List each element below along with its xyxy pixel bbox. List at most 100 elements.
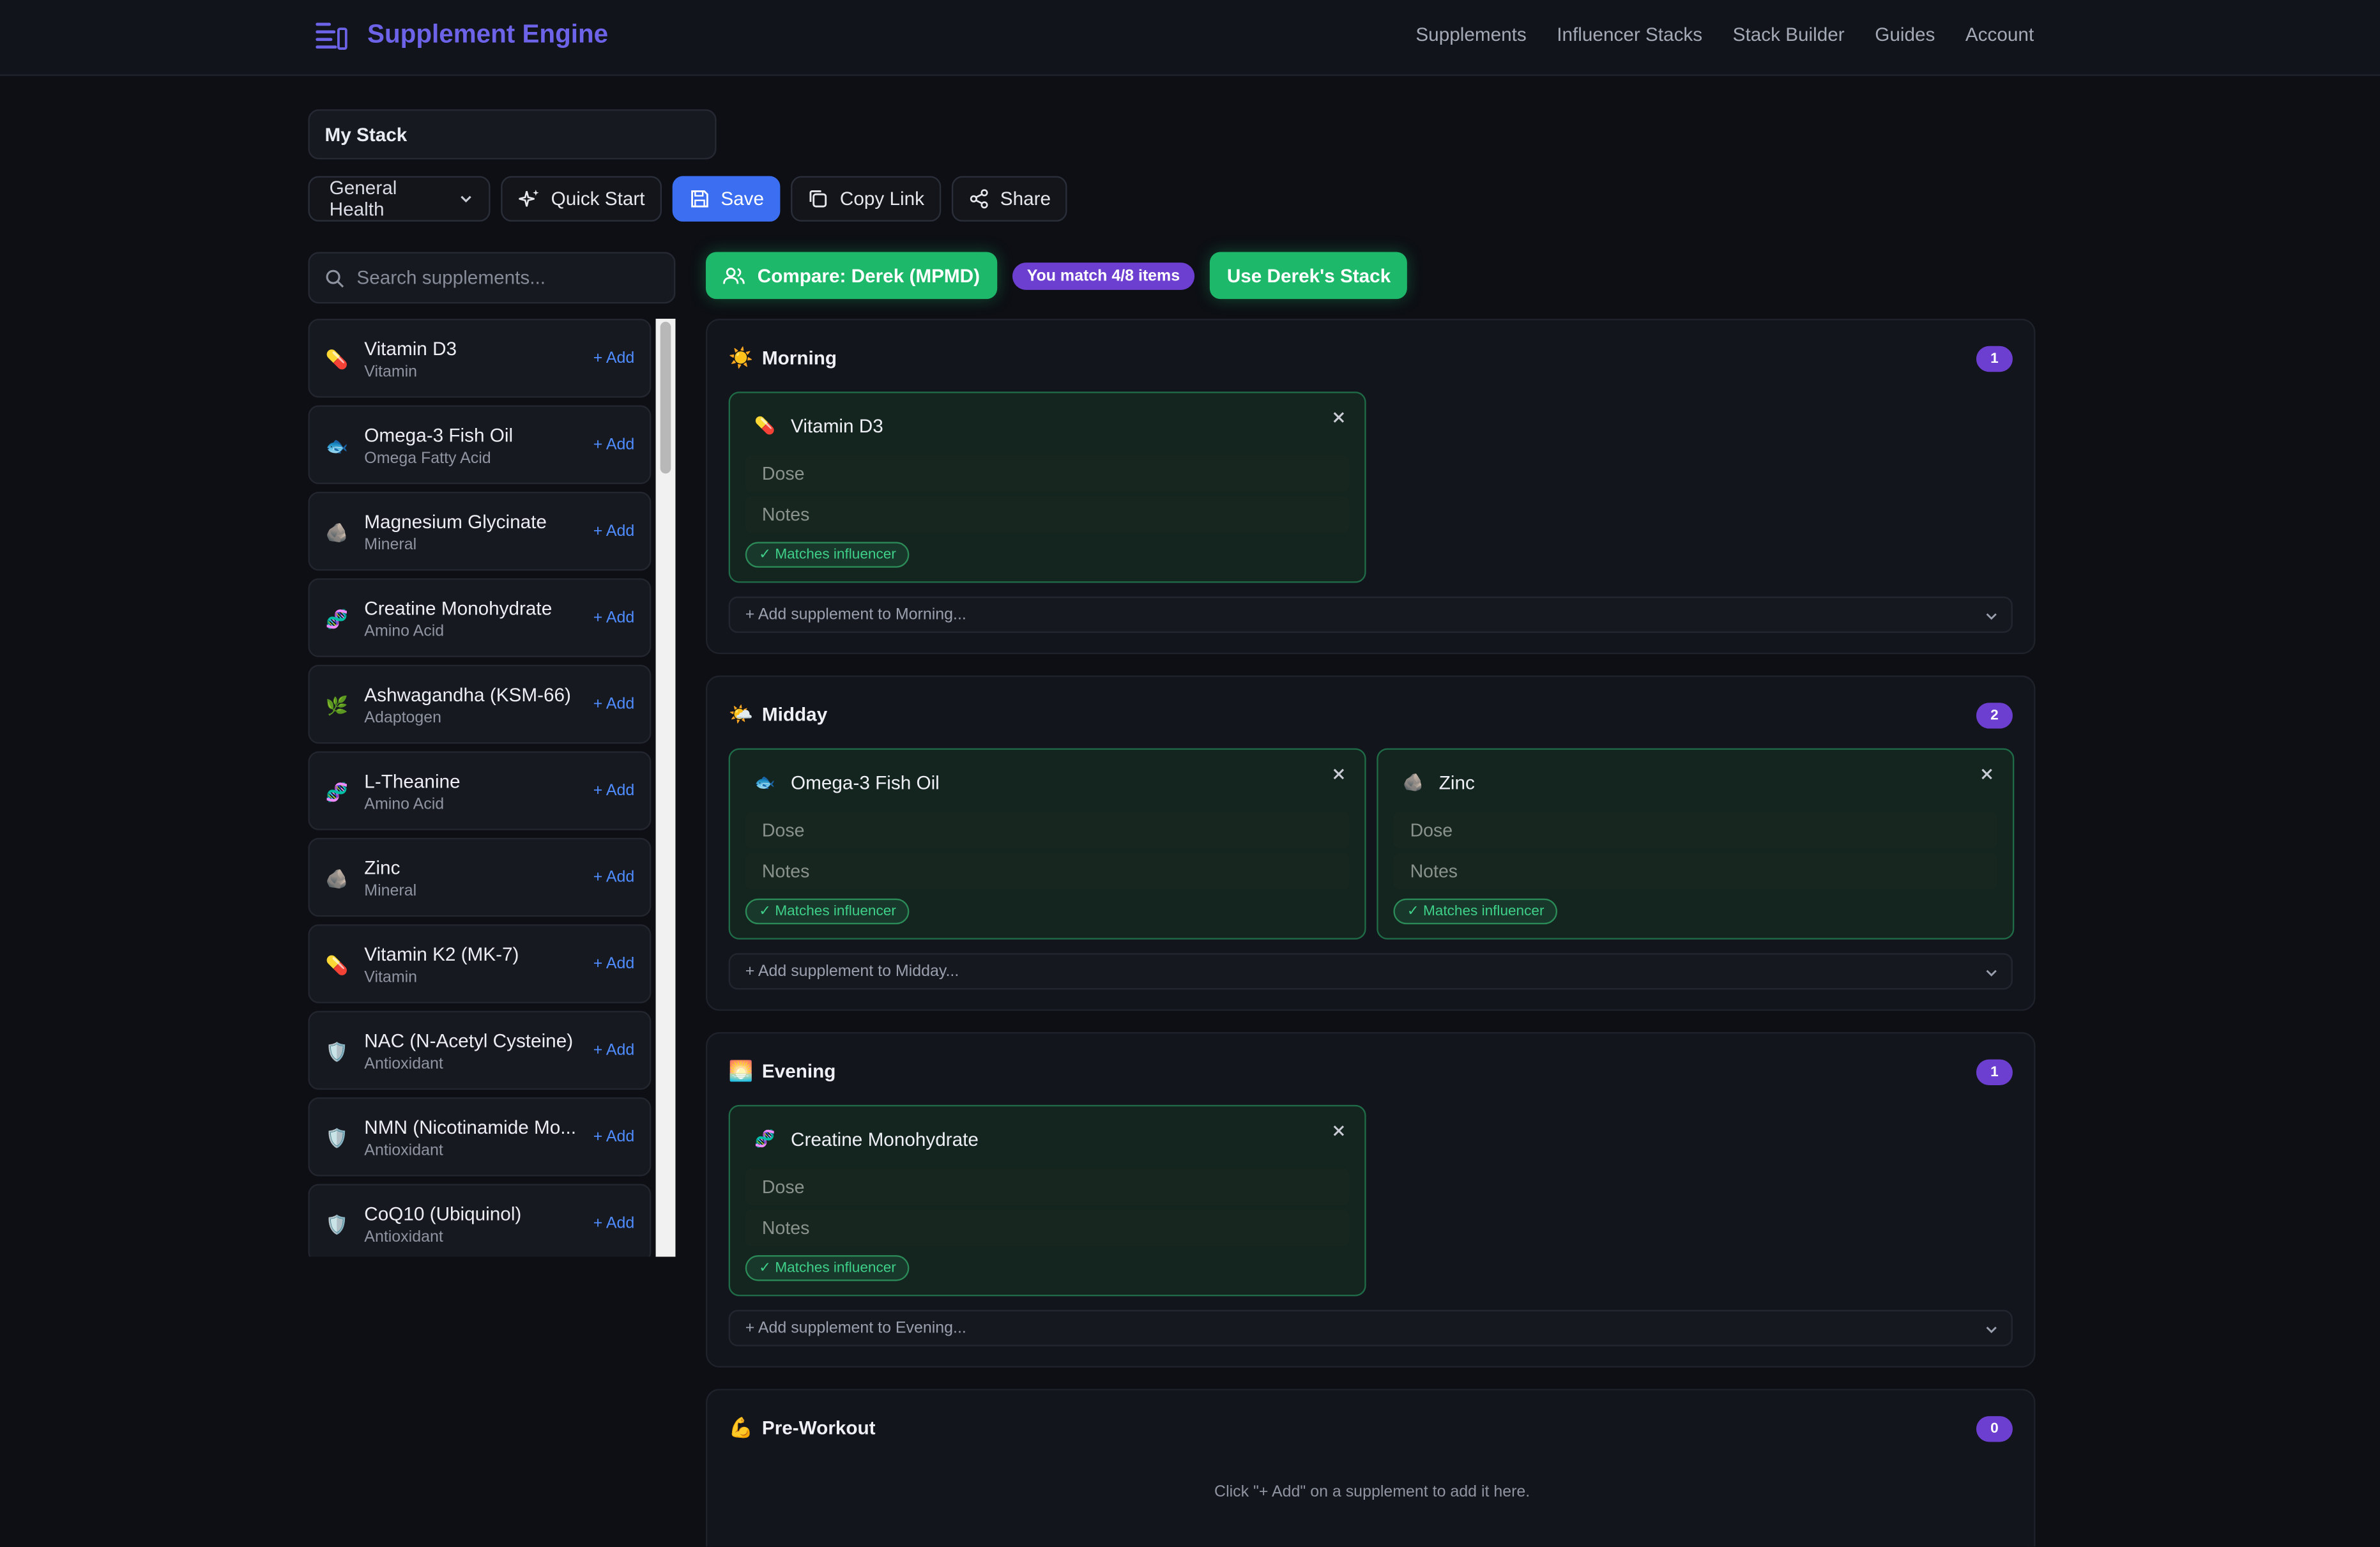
supplement-item[interactable]: 🛡️ NAC (N-Acetyl Cysteine) Antioxidant +… (308, 1010, 652, 1090)
matches-influencer-badge: ✓ Matches influencer (745, 898, 910, 925)
matches-influencer-badge: ✓ Matches influencer (1393, 898, 1558, 925)
supplement-name: L-Theanine (364, 771, 461, 793)
supplement-item[interactable]: 🛡️ CoQ10 (Ubiquinol) Antioxidant + Add (308, 1184, 652, 1257)
section-count-badge: 0 (1976, 1416, 2013, 1442)
supplement-item[interactable]: 🐟 Omega-3 Fish Oil Omega Fatty Acid + Ad… (308, 405, 652, 485)
use-stack-button[interactable]: Use Derek's Stack (1210, 252, 1408, 300)
close-icon[interactable] (1976, 763, 1997, 784)
shield-icon: 🛡️ (325, 1041, 349, 1063)
section-title: Pre-Workout (761, 1417, 876, 1439)
dose-input[interactable] (745, 455, 1350, 492)
supplement-name: Omega-3 Fish Oil (364, 425, 514, 446)
add-supplement-button[interactable]: + Add (593, 1214, 635, 1233)
supplement-item[interactable]: 🪨 Magnesium Glycinate Mineral + Add (308, 491, 652, 571)
supplement-name: Vitamin K2 (MK-7) (364, 944, 519, 966)
supplement-category: Vitamin (364, 362, 418, 381)
stack-name-input[interactable] (308, 109, 717, 160)
nav-guides[interactable]: Guides (1875, 24, 1935, 45)
add-supplement-button[interactable]: + Add (593, 609, 635, 627)
add-supplement-button[interactable]: + Add (593, 868, 635, 887)
nav-stack-builder[interactable]: Stack Builder (1733, 24, 1845, 45)
brand[interactable]: Supplement Engine (313, 19, 608, 52)
supplement-item[interactable]: 🧬 Creatine Monohydrate Amino Acid + Add (308, 578, 652, 657)
add-supplement-button[interactable]: + Add (593, 955, 635, 973)
notes-input[interactable] (745, 853, 1350, 890)
pill-icon: 💊 (325, 349, 349, 370)
close-icon[interactable] (1328, 763, 1349, 784)
search-input[interactable] (356, 267, 645, 289)
nav-supplements[interactable]: Supplements (1415, 24, 1526, 45)
compare-influencer-button[interactable]: Compare: Derek (MPMD) (705, 252, 997, 300)
rock-icon: 🪨 (325, 868, 349, 890)
scrollbar-thumb[interactable] (660, 321, 671, 474)
share-button[interactable]: Share (951, 176, 1068, 222)
dose-input[interactable] (745, 1168, 1350, 1205)
share-icon (970, 189, 988, 209)
section-pre-workout: 💪 Pre-Workout 0 Click "+ Add" on a suppl… (705, 1389, 2036, 1547)
supplement-category: Vitamin (364, 968, 418, 987)
close-icon[interactable] (1328, 407, 1349, 428)
search-icon (326, 269, 344, 287)
nav-account[interactable]: Account (1965, 24, 2034, 45)
notes-input[interactable] (745, 1209, 1350, 1246)
dose-input[interactable] (1393, 812, 1998, 849)
add-supplement-button[interactable]: + Add (593, 782, 635, 800)
dose-input[interactable] (745, 812, 1350, 849)
supplement-name: Creatine Monohydrate (364, 598, 553, 620)
fish-icon: 🐟 (754, 774, 775, 793)
copy-link-label: Copy Link (839, 188, 924, 210)
save-icon (690, 190, 708, 208)
section-title: Evening (761, 1061, 836, 1083)
add-supplement-label: + Add supplement to Evening... (745, 1318, 966, 1337)
nav-influencer-stacks[interactable]: Influencer Stacks (1557, 24, 1702, 45)
toolbar: General Health Quick Start Save Copy Lin (308, 176, 1068, 222)
chevron-down-icon (1986, 613, 1997, 620)
matches-influencer-badge: ✓ Matches influencer (745, 542, 910, 568)
add-supplement-select[interactable]: + Add supplement to Midday... (728, 953, 2013, 990)
quick-start-button[interactable]: Quick Start (501, 176, 662, 222)
add-supplement-button[interactable]: + Add (593, 436, 635, 454)
stack-card: 🧬 Creatine Monohydrate ✓ Matches influen… (728, 1104, 1366, 1297)
add-supplement-button[interactable]: + Add (593, 1128, 635, 1147)
shield-icon: 🛡️ (325, 1127, 349, 1149)
shield-icon: 🛡️ (325, 1214, 349, 1236)
supplement-item[interactable]: 🌿 Ashwagandha (KSM-66) Adaptogen + Add (308, 664, 652, 744)
supplement-item[interactable]: 💊 Vitamin K2 (MK-7) Vitamin + Add (308, 924, 652, 1003)
notes-input[interactable] (745, 496, 1350, 533)
save-button[interactable]: Save (672, 176, 781, 222)
dna-icon: 🧬 (325, 781, 349, 804)
add-supplement-button[interactable]: + Add (593, 1041, 635, 1060)
supplement-name: Ashwagandha (KSM-66) (364, 684, 571, 706)
stack-card: 🪨 Zinc ✓ Matches influencer (1377, 748, 2015, 940)
supplement-item[interactable]: 🪨 Zinc Mineral + Add (308, 837, 652, 917)
supplement-name: NAC (N-Acetyl Cysteine) (364, 1030, 574, 1052)
supplement-category: Antioxidant (364, 1055, 443, 1074)
supplement-item[interactable]: 🧬 L-Theanine Amino Acid + Add (308, 751, 652, 830)
supplement-name: Vitamin D3 (364, 338, 457, 360)
add-supplement-button[interactable]: + Add (593, 349, 635, 368)
supplement-list-scrollbar[interactable] (655, 319, 676, 1257)
supplement-category: Mineral (364, 881, 417, 901)
chevron-down-icon (1986, 1327, 1997, 1334)
supplement-category: Omega Fatty Acid (364, 449, 491, 468)
search-box[interactable] (308, 252, 676, 304)
supplement-item[interactable]: 💊 Vitamin D3 Vitamin + Add (308, 319, 652, 398)
copy-icon (810, 190, 827, 208)
add-supplement-button[interactable]: + Add (593, 695, 635, 713)
copy-link-button[interactable]: Copy Link (791, 176, 942, 222)
chevron-down-icon (461, 195, 471, 203)
supplement-name: Magnesium Glycinate (364, 511, 547, 533)
supplement-item[interactable]: 🛡️ NMN (Nicotinamide Mo... Antioxidant +… (308, 1097, 652, 1177)
goal-select[interactable]: General Health (308, 176, 491, 222)
flexed-arm-icon: 💪 (728, 1416, 754, 1439)
match-badge: You match 4/8 items (1011, 261, 1195, 289)
add-supplement-select[interactable]: + Add supplement to Evening... (728, 1309, 2013, 1346)
add-supplement-select[interactable]: + Add supplement to Morning... (728, 596, 2013, 633)
compare-label: Compare: Derek (MPMD) (757, 264, 980, 286)
rock-icon: 🪨 (325, 522, 349, 544)
supplement-name: NMN (Nicotinamide Mo... (364, 1116, 577, 1139)
add-supplement-button[interactable]: + Add (593, 522, 635, 540)
close-icon[interactable] (1328, 1120, 1349, 1141)
section-header: ☀️ Morning (729, 346, 837, 370)
notes-input[interactable] (1393, 853, 1998, 890)
